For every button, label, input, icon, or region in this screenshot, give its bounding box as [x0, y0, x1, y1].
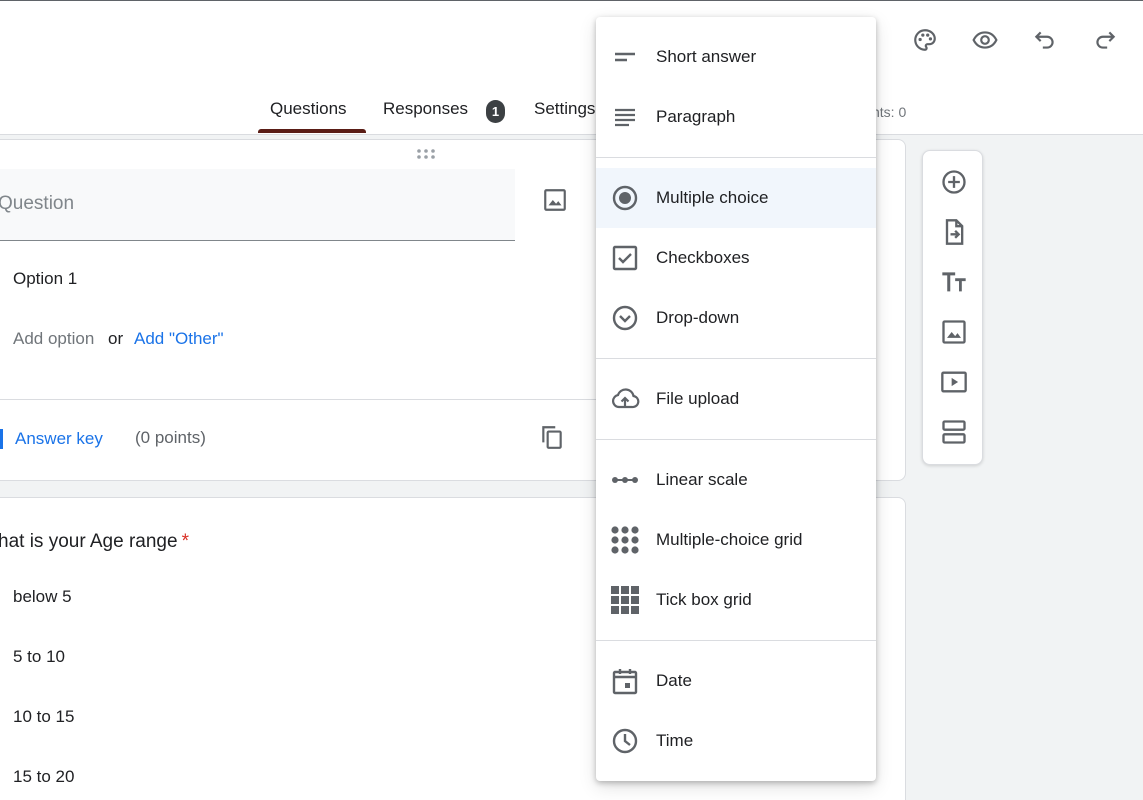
- menu-item-multiple-choice[interactable]: Multiple choice: [596, 168, 876, 228]
- clock-icon: [610, 726, 640, 756]
- menu-item-file-upload[interactable]: File upload: [596, 369, 876, 429]
- menu-item-label: Date: [656, 671, 692, 690]
- add-section-icon[interactable]: [937, 415, 971, 449]
- question-type-menu: Short answer Paragraph Multiple choice C…: [596, 17, 876, 781]
- tab-settings[interactable]: Settings: [534, 99, 595, 119]
- answer-key-label: Answer key: [15, 429, 103, 448]
- duplicate-icon[interactable]: [535, 420, 569, 454]
- redo-icon[interactable]: [1088, 23, 1122, 57]
- menu-item-date[interactable]: Date: [596, 651, 876, 711]
- responses-count-badge: 1: [486, 100, 505, 123]
- option-label: 10 to 15: [13, 707, 75, 726]
- dropdown-icon: [610, 303, 640, 333]
- menu-item-time[interactable]: Time: [596, 711, 876, 771]
- question-title: hat is your Age range *: [0, 531, 189, 553]
- menu-item-label: File upload: [656, 389, 740, 408]
- option-label: below 5: [13, 587, 72, 606]
- add-question-icon[interactable]: [937, 165, 971, 199]
- menu-divider: [596, 157, 876, 158]
- add-video-icon[interactable]: [937, 365, 971, 399]
- undo-icon[interactable]: [1028, 23, 1062, 57]
- menu-item-tick-box-grid[interactable]: Tick box grid: [596, 570, 876, 630]
- menu-item-checkboxes[interactable]: Checkboxes: [596, 228, 876, 288]
- top-bar: Questions Responses 1 Settings nts: 0: [0, 0, 1143, 135]
- menu-item-multiple-choice-grid[interactable]: Multiple-choice grid: [596, 510, 876, 570]
- tab-questions[interactable]: Questions: [270, 99, 347, 119]
- menu-item-label: Multiple choice: [656, 188, 769, 207]
- menu-item-label: Short answer: [656, 47, 757, 66]
- option-label: 15 to 20: [13, 767, 75, 786]
- menu-divider: [596, 439, 876, 440]
- menu-item-short-answer[interactable]: Short answer: [596, 27, 876, 87]
- menu-item-label: Paragraph: [656, 107, 736, 126]
- question-title-text: hat is your Age range: [0, 531, 178, 552]
- paragraph-icon: [610, 102, 640, 132]
- menu-item-label: Tick box grid: [656, 590, 752, 609]
- menu-item-label: Time: [656, 731, 694, 750]
- total-points-label: nts: 0: [872, 104, 907, 120]
- option-label: 5 to 10: [13, 647, 65, 666]
- eye-icon[interactable]: [968, 23, 1002, 57]
- question-title-input[interactable]: Question: [0, 169, 515, 241]
- square-grid-icon: [610, 585, 640, 615]
- menu-item-label: Multiple-choice grid: [656, 530, 803, 549]
- add-title-icon[interactable]: [937, 265, 971, 299]
- active-tab-indicator: [258, 129, 366, 133]
- answer-key-button[interactable]: Answer key: [0, 427, 103, 451]
- menu-item-label: Checkboxes: [656, 248, 750, 267]
- add-image-icon[interactable]: [937, 315, 971, 349]
- radio-icon: [610, 183, 640, 213]
- menu-divider: [596, 640, 876, 641]
- or-label: or: [108, 329, 124, 348]
- menu-item-paragraph[interactable]: Paragraph: [596, 87, 876, 147]
- add-other-link[interactable]: Add "Other": [134, 329, 224, 349]
- add-option-link[interactable]: Add option: [13, 329, 94, 349]
- menu-item-dropdown[interactable]: Drop-down: [596, 288, 876, 348]
- question-placeholder: Question: [0, 193, 75, 214]
- points-label: (0 points): [135, 428, 206, 447]
- drag-handle-icon[interactable]: [415, 148, 437, 160]
- palette-icon[interactable]: [908, 23, 942, 57]
- menu-divider: [596, 358, 876, 359]
- dot-grid-icon: [610, 525, 640, 555]
- menu-item-label: Linear scale: [656, 470, 748, 489]
- linear-scale-icon: [610, 465, 640, 495]
- import-questions-icon[interactable]: [937, 215, 971, 249]
- calendar-icon: [610, 666, 640, 696]
- menu-item-label: Drop-down: [656, 308, 740, 327]
- menu-item-linear-scale[interactable]: Linear scale: [596, 450, 876, 510]
- floating-toolbar: [922, 150, 983, 465]
- tab-responses[interactable]: Responses: [383, 99, 468, 119]
- required-asterisk: *: [181, 531, 189, 552]
- card-footer-divider: [0, 399, 600, 400]
- short-answer-icon: [610, 42, 640, 72]
- checkbox-icon: [610, 243, 640, 273]
- option-1-label[interactable]: Option 1: [13, 269, 77, 289]
- add-image-icon[interactable]: [538, 183, 572, 217]
- cloud-upload-icon: [610, 384, 640, 414]
